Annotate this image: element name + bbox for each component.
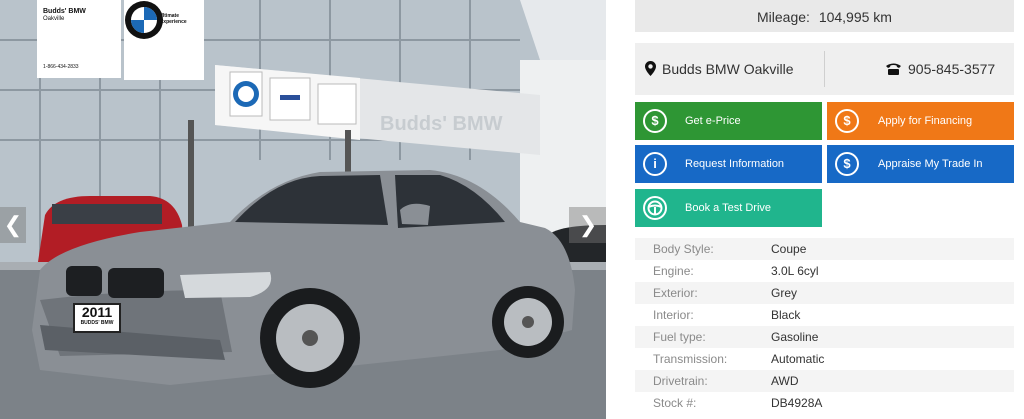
prev-photo-button[interactable]: ❮ — [0, 207, 26, 243]
spec-label: Stock #: — [653, 396, 697, 410]
spec-row-interior: Interior: Black — [635, 304, 1014, 326]
spec-value: Grey — [771, 286, 798, 300]
spec-label: Interior: — [653, 308, 694, 322]
vehicle-specs-table: Body Style: Coupe Engine: 3.0L 6cyl Exte… — [635, 238, 1014, 414]
dealer-phone-text: 905-845-3577 — [908, 61, 996, 77]
mileage-bar: Mileage: 104,995 km — [635, 0, 1014, 32]
vehicle-details-panel: Mileage: 104,995 km Budds BMW Oakville 9… — [635, 0, 1014, 95]
chevron-right-icon: ❯ — [578, 212, 598, 237]
dealer-contact-bar: Budds BMW Oakville 905-845-3577 — [635, 43, 1014, 95]
book-test-drive-button[interactable]: Book a Test Drive — [635, 189, 822, 227]
spec-row-stock-number: Stock #: DB4928A — [635, 392, 1014, 414]
spec-label: Engine: — [653, 264, 694, 278]
apply-financing-label: Apply for Financing — [878, 115, 973, 127]
license-plate: 2011 BUDDS' BMW — [73, 303, 121, 333]
spec-value: Coupe — [771, 242, 807, 256]
spec-row-exterior: Exterior: Grey — [635, 282, 1014, 304]
dealer-phone-link[interactable]: 905-845-3577 — [885, 43, 995, 95]
plate-year: 2011 — [81, 304, 113, 320]
spec-value: 3.0L 6cyl — [771, 264, 819, 278]
spec-value: DB4928A — [771, 396, 823, 410]
spec-row-drivetrain: Drivetrain: AWD — [635, 370, 1014, 392]
steering-wheel-icon — [643, 196, 667, 220]
spec-value: Gasoline — [771, 330, 819, 344]
appraise-trade-label: Appraise My Trade In — [878, 158, 983, 170]
next-photo-button[interactable]: ❯ — [569, 207, 606, 243]
mileage-label: Mileage: — [757, 9, 810, 25]
dealer-phone: 1-866-434-2833 — [43, 64, 79, 70]
dealer-name: Budds' BMW — [43, 8, 86, 15]
spec-row-transmission: Transmission: Automatic — [635, 348, 1014, 370]
dealer-location: Oakville — [43, 16, 65, 22]
vehicle-photo[interactable]: Budds' BMW Budds' BMW Oakville 1-866-434… — [0, 0, 606, 419]
dealer-name-text: Budds BMW Oakville — [662, 61, 794, 77]
dealer-logo-card: Budds' BMW Oakville 1-866-434-2833 — [37, 0, 121, 78]
spec-label: Drivetrain: — [653, 374, 708, 388]
dealer-location-link[interactable]: Budds BMW Oakville — [645, 43, 793, 95]
spec-value: Automatic — [771, 352, 825, 366]
phone-icon — [886, 63, 901, 75]
spec-label: Exterior: — [653, 286, 698, 300]
contact-divider — [824, 51, 825, 87]
plate-dealer: BUDDS' BMW — [80, 320, 114, 326]
dollar-circle-icon: $ — [643, 109, 667, 133]
bmw-logo-icon — [125, 1, 163, 39]
spec-label: Fuel type: — [653, 330, 706, 344]
spec-row-body-style: Body Style: Coupe — [635, 238, 1014, 260]
bmw-logo-card: The Ultimate Driving Experience — [124, 0, 204, 80]
spec-value: Black — [771, 308, 801, 322]
request-information-button[interactable]: i Request Information — [635, 145, 822, 183]
spec-row-fuel-type: Fuel type: Gasoline — [635, 326, 1014, 348]
spec-row-engine: Engine: 3.0L 6cyl — [635, 260, 1014, 282]
appraise-trade-button[interactable]: $ Appraise My Trade In — [827, 145, 1014, 183]
info-circle-icon: i — [643, 152, 667, 176]
spec-label: Transmission: — [653, 352, 728, 366]
chevron-left-icon: ❮ — [3, 212, 23, 237]
dollar-circle-icon: $ — [835, 152, 859, 176]
dollar-circle-icon: $ — [835, 109, 859, 133]
get-eprice-label: Get e-Price — [685, 115, 741, 127]
book-test-drive-label: Book a Test Drive — [685, 202, 772, 214]
spec-value: AWD — [771, 374, 799, 388]
apply-financing-button[interactable]: $ Apply for Financing — [827, 102, 1014, 140]
spec-label: Body Style: — [653, 242, 714, 256]
get-eprice-button[interactable]: $ Get e-Price — [635, 102, 822, 140]
building-sign: Budds' BMW — [380, 113, 503, 135]
request-information-label: Request Information — [685, 158, 785, 170]
mileage-value: 104,995 km — [818, 9, 892, 25]
map-pin-icon — [645, 61, 656, 77]
